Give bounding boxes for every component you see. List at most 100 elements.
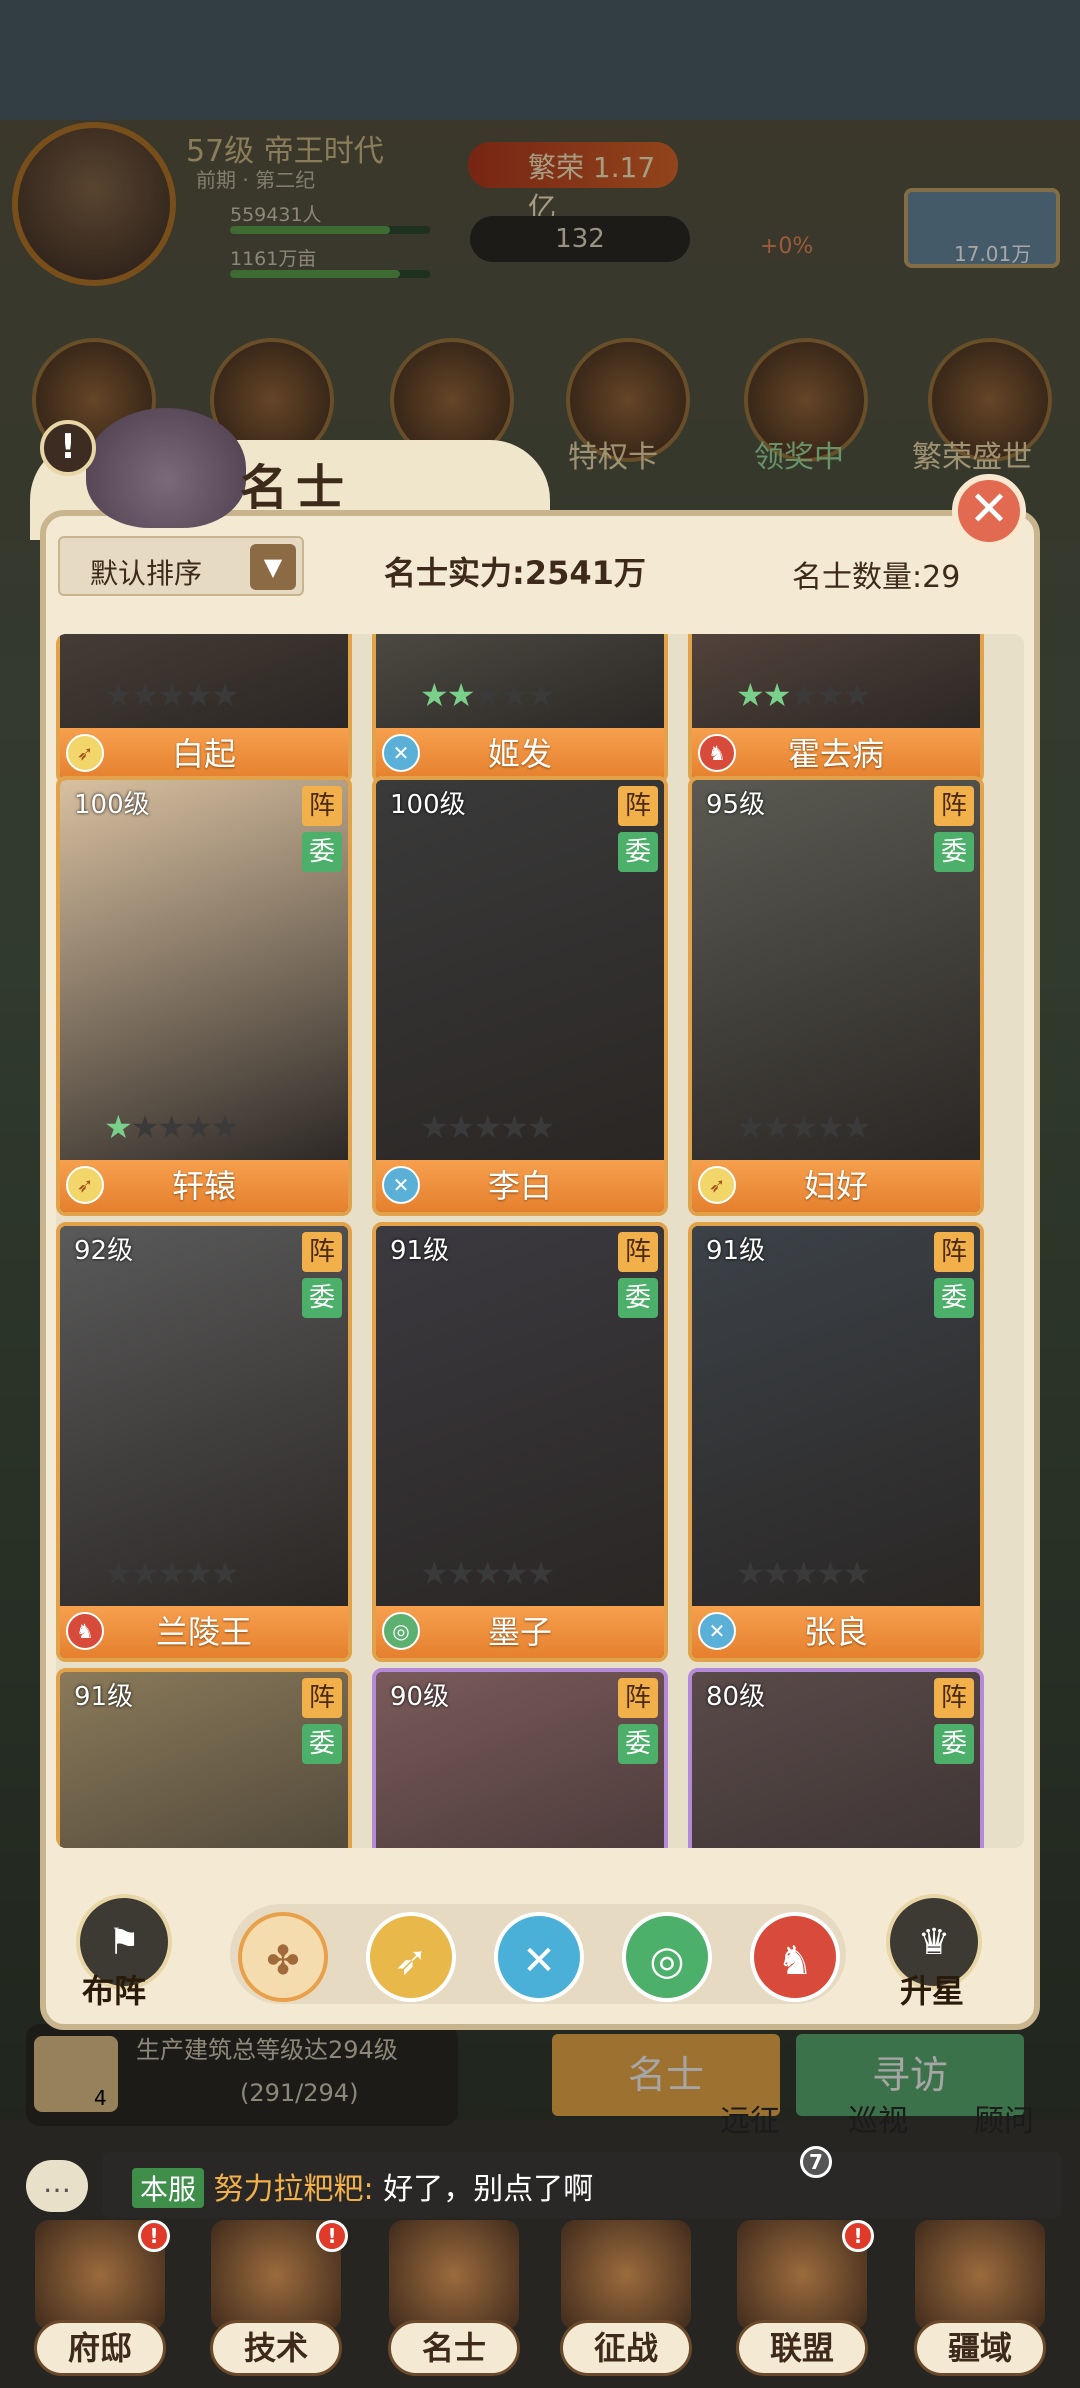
delegate-badge: 委 (302, 1724, 342, 1764)
star-icon: ★ (736, 676, 765, 714)
hero-card[interactable]: ★★★★★ 姬发 ✕ (372, 634, 668, 784)
formation-badge: 阵 (618, 786, 658, 826)
delegate-badge: 委 (302, 1278, 342, 1318)
star-icon: ★ (157, 676, 186, 714)
filter-shield-icon[interactable]: ◎ (622, 1912, 712, 2002)
filter-spear-icon[interactable]: ➶ (366, 1912, 456, 2002)
hero-card[interactable]: 100级阵委 ★★★★★ 李白 ✕ (372, 776, 668, 1216)
formation-badge: 阵 (618, 1678, 658, 1718)
chat-tag: 本服 (132, 2168, 205, 2208)
hero-card[interactable]: ★★★★★ 霍去病 ♞ (688, 634, 984, 784)
hero-card[interactable]: 90级阵委★★★★★➶ (372, 1668, 668, 1848)
star-rating: ★★★★★ (104, 676, 240, 714)
delegate-badge: 委 (302, 832, 342, 872)
star-rating: ★★★★★ (420, 1554, 556, 1592)
star-icon: ★ (762, 1108, 792, 1146)
spear-class-icon: ➶ (66, 1166, 104, 1204)
nav-label: 疆域 (914, 2320, 1046, 2376)
star-icon: ★ (789, 1554, 818, 1592)
nav-label: 联盟 (736, 2320, 868, 2376)
star-icon: ★ (526, 676, 556, 714)
star-icon: ★ (789, 676, 818, 714)
formation-badge: 阵 (934, 786, 974, 826)
upstar-button[interactable]: 升星 (900, 1966, 964, 2012)
hero-level: 100级 (74, 790, 150, 820)
hero-card[interactable]: 91级阵委★★★★★➶ (56, 1668, 352, 1848)
hero-level: 91级 (74, 1682, 134, 1712)
notification-dot: ! (138, 2220, 170, 2252)
bow-class-icon: ✕ (382, 1166, 420, 1204)
hero-card[interactable]: 100级阵委 ★★★★★ 轩辕 ➶ (56, 776, 352, 1216)
star-icon: ★ (446, 1108, 476, 1146)
star-icon: ★ (762, 1554, 792, 1592)
filter-all-icon[interactable]: ✤ (238, 1912, 328, 2002)
spear-class-icon: ➶ (66, 734, 104, 772)
hero-card[interactable]: 91级阵委 ★★★★★ 墨子 ◎ (372, 1222, 668, 1662)
sort-dropdown[interactable]: 默认排序 ▼ (58, 536, 304, 596)
panel-title: 名士 (240, 460, 353, 516)
star-icon: ★ (473, 1554, 502, 1592)
star-icon: ★ (446, 676, 476, 714)
hero-grid[interactable]: ★★★★★ 白起 ➶ ★★★★★ 姬发 ✕ ★★★★★ 霍去病 ♞ 100级阵委 ★★★★★ 轩辕 ➶ 1… (56, 634, 1024, 1848)
star-icon: ★ (184, 1554, 213, 1592)
hero-card[interactable]: 80级阵委★★★★★➶ (688, 1668, 984, 1848)
hero-card[interactable]: 91级阵委 ★★★★★ 张良 ✕ (688, 1222, 984, 1662)
formation-badge: 阵 (618, 1232, 658, 1272)
nav-label: 征战 (560, 2320, 692, 2376)
formation-button[interactable]: 布阵 (82, 1966, 146, 2012)
hero-card[interactable]: 95级阵委 ★★★★★ 妇好 ➶ (688, 776, 984, 1216)
notification-dot: ! (842, 2220, 874, 2252)
hero-card[interactable]: 92级阵委 ★★★★★ 兰陵王 ♞ (56, 1222, 352, 1662)
hero-level: 91级 (706, 1236, 766, 1266)
chevron-down-icon: ▼ (250, 544, 296, 590)
chat-sender: 努力拉粑粑: (213, 2172, 374, 2207)
star-icon: ★ (473, 1108, 502, 1146)
delegate-badge: 委 (934, 1724, 974, 1764)
star-icon: ★ (420, 676, 449, 714)
hero-level: 91级 (390, 1236, 450, 1266)
star-icon: ★ (130, 1554, 160, 1592)
shield-class-icon: ◎ (382, 1612, 420, 1650)
nav-battle[interactable]: 征战 (546, 2220, 706, 2388)
nav-famous[interactable]: 名士 (374, 2220, 534, 2388)
chat-icon[interactable]: … (26, 2160, 88, 2212)
star-icon: ★ (420, 1554, 449, 1592)
filter-bow-icon[interactable]: ✕ (494, 1912, 584, 2002)
sort-label: 默认排序 (90, 557, 203, 590)
star-icon: ★ (526, 1108, 556, 1146)
star-icon: ★ (500, 1554, 529, 1592)
total-count: 名士数量:29 (792, 560, 961, 595)
star-icon: ★ (500, 676, 529, 714)
close-button[interactable]: ✕ (952, 474, 1026, 548)
hero-level: 100级 (390, 790, 466, 820)
formation-badge: 阵 (934, 1678, 974, 1718)
star-icon: ★ (104, 1554, 133, 1592)
target-icon (561, 2220, 691, 2330)
info-icon[interactable]: ! (40, 420, 96, 476)
star-icon: ★ (816, 1554, 845, 1592)
star-icon: ★ (762, 676, 792, 714)
nav-territory[interactable]: 疆域 (900, 2220, 1060, 2388)
star-icon: ★ (157, 1108, 186, 1146)
star-icon: ★ (157, 1554, 186, 1592)
formation-badge: 阵 (302, 1678, 342, 1718)
star-icon: ★ (104, 676, 133, 714)
hero-card[interactable]: ★★★★★ 白起 ➶ (56, 634, 352, 784)
star-rating: ★★★★★ (420, 676, 556, 714)
notification-dot: ! (316, 2220, 348, 2252)
delegate-badge: 委 (934, 1278, 974, 1318)
star-icon: ★ (526, 1554, 556, 1592)
hero-level: 95级 (706, 790, 766, 820)
formation-badge: 阵 (302, 786, 342, 826)
alliance-badge: 7 (800, 2146, 832, 2178)
mountain-icon (915, 2220, 1045, 2330)
formation-badge: 阵 (302, 1232, 342, 1272)
total-power: 名士实力:2541万 (384, 554, 646, 592)
filter-horse-icon[interactable]: ♞ (750, 1912, 840, 2002)
star-rating: ★★★★★ (736, 1554, 871, 1592)
star-icon: ★ (816, 676, 845, 714)
star-icon: ★ (210, 676, 240, 714)
mascot-icon (86, 408, 246, 528)
chat-bar[interactable]: 本服 努力拉粑粑: 好了，别点了啊 (102, 2152, 1062, 2218)
star-rating: ★★★★★ (104, 1108, 239, 1146)
